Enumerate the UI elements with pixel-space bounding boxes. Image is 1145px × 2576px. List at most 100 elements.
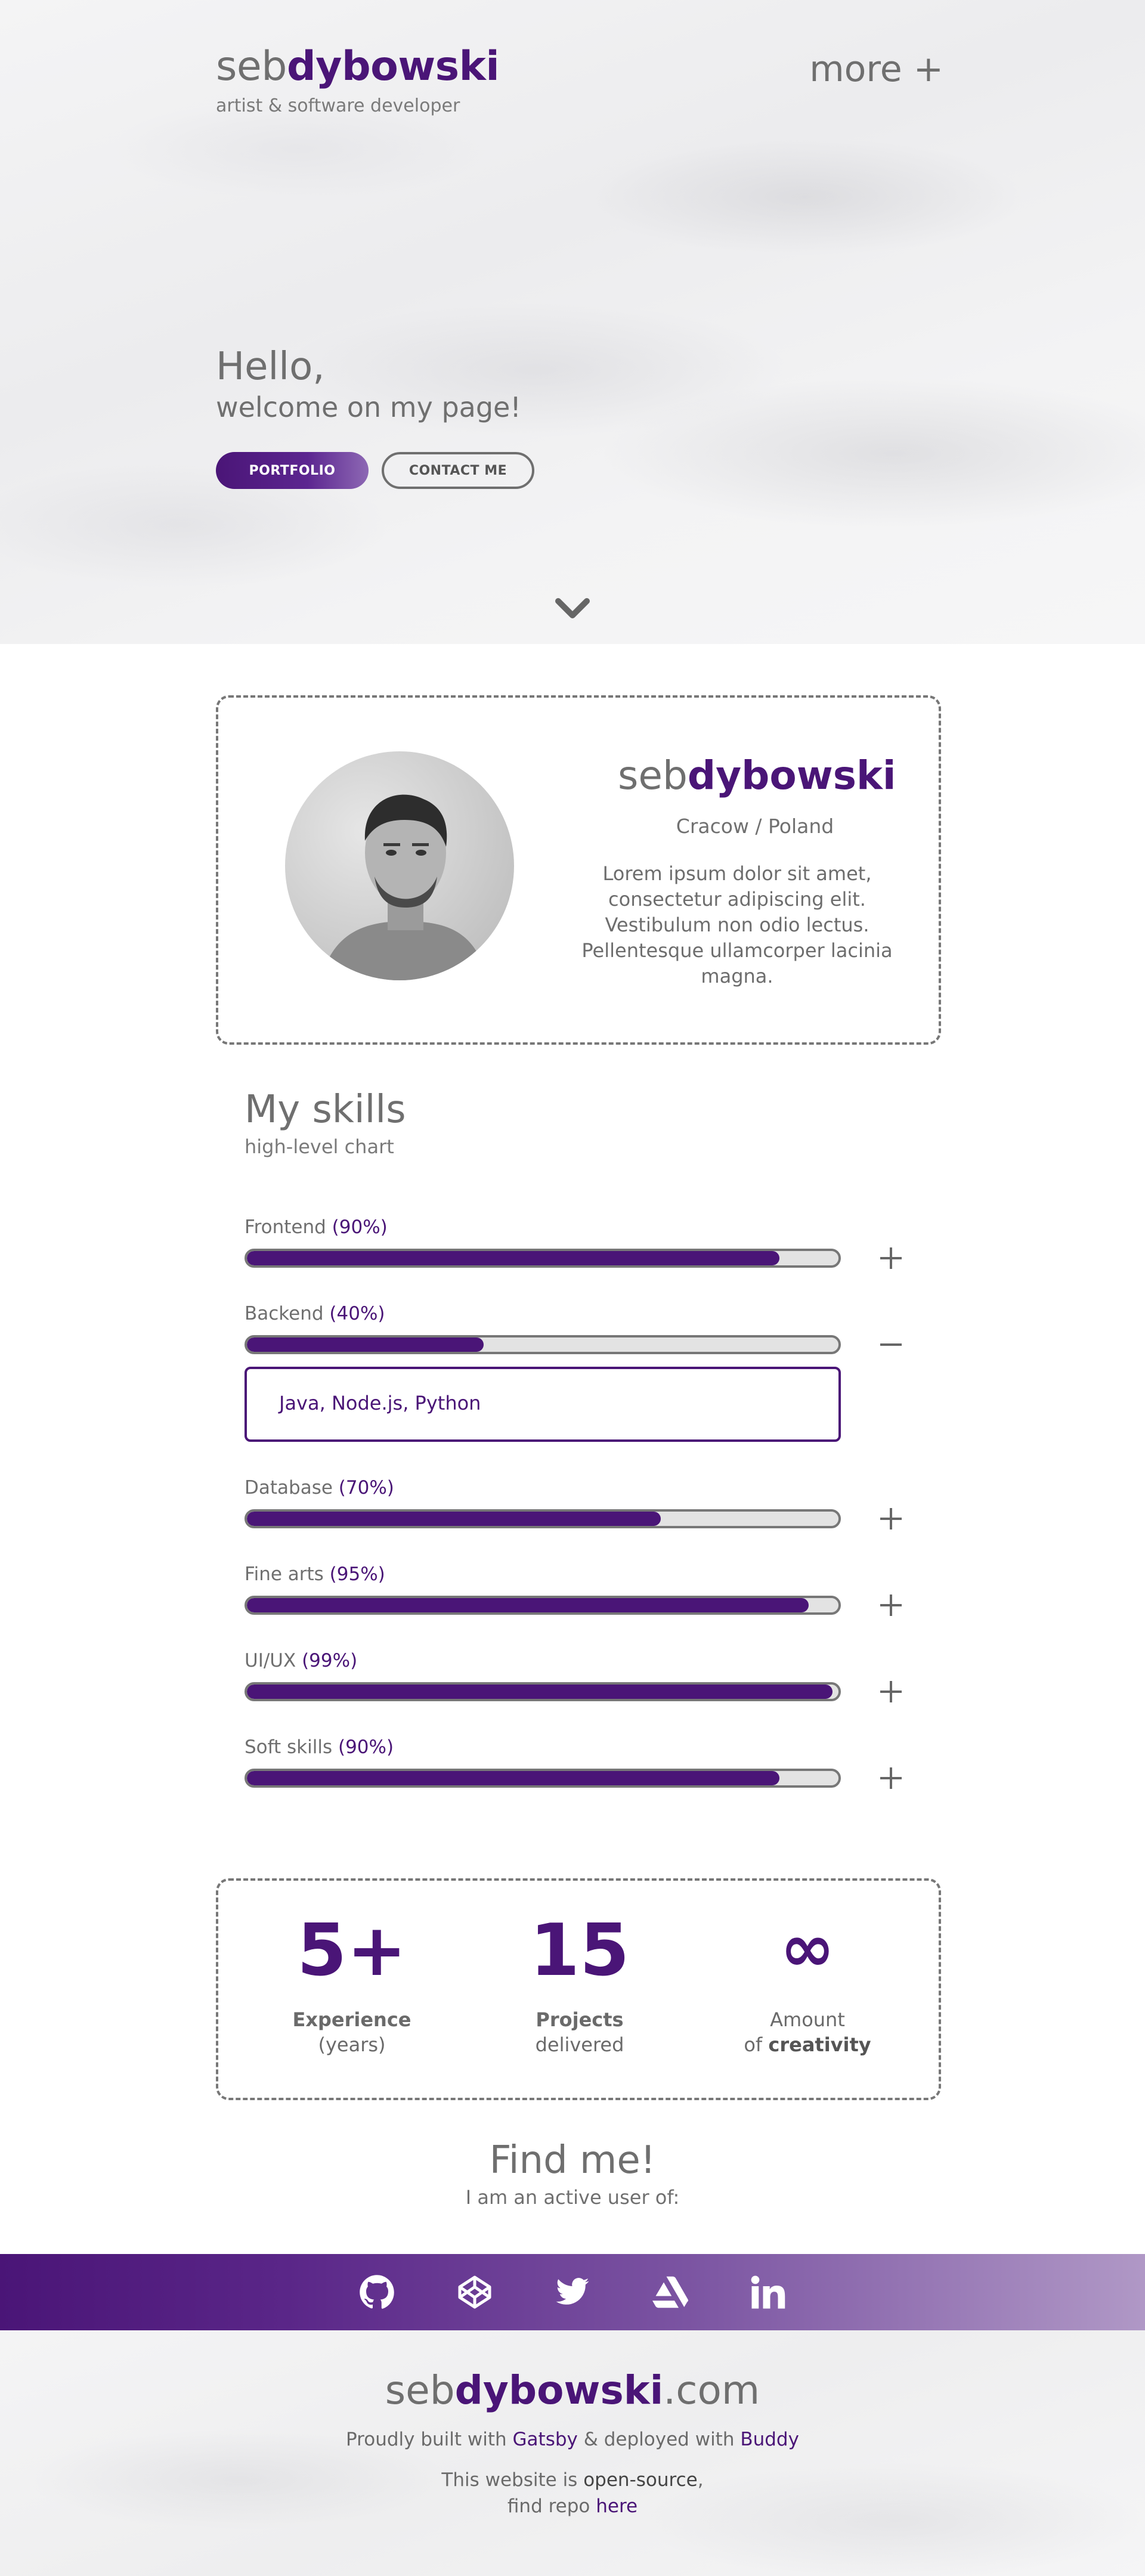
skill-backend: Backend (40%) [245,1303,906,1354]
profile-name-bold: dybowski [687,753,896,798]
avatar [285,751,514,980]
skill-bar [245,1596,841,1615]
social-links-bar [0,2254,1145,2330]
stat-sublabel: (years) [318,2033,386,2056]
contact-me-button[interactable]: CONTACT ME [382,452,534,489]
skill-bar-fill [247,1512,661,1526]
skill-bar-fill [247,1337,484,1352]
skill-percent: (95%) [329,1563,385,1585]
skill-name: Database [245,1477,333,1498]
expand-plus-icon[interactable] [878,1679,904,1705]
expand-plus-icon[interactable] [878,1592,904,1618]
footer-repo-line: find repo here [0,2493,1145,2519]
hero-buttons: PORTFOLIO CONTACT ME [216,452,534,489]
expand-plus-icon[interactable] [878,1245,904,1271]
profile-name-light: seb [618,753,688,798]
skill-bar [245,1682,841,1701]
footer-brand[interactable]: sebdybowski.com [0,2367,1145,2413]
find-me-title: Find me! [489,2138,656,2182]
skill-name: Backend [245,1303,324,1324]
skill-bar-fill [247,1685,833,1699]
skill-fine-arts: Fine arts (95%) [245,1563,906,1616]
skill-frontend: Frontend (90%) [245,1216,906,1269]
skill-bar-fill [247,1771,779,1785]
artstation-icon[interactable] [652,2274,688,2310]
brand-name: sebdybowski [216,47,500,87]
brand-name-light: seb [216,43,287,90]
codepen-icon[interactable] [457,2274,493,2310]
footer-open-source: This website is open-source, find repo h… [0,2467,1145,2519]
collapse-minus-icon[interactable] [878,1332,904,1358]
skill-label: Backend (40%) [245,1303,906,1324]
portfolio-button[interactable]: PORTFOLIO [216,452,369,489]
skill-label: Fine arts (95%) [245,1563,906,1585]
more-menu-button[interactable]: more + [809,51,943,87]
stat-label: Projects [536,2008,624,2031]
skill-name: UI/UX [245,1650,296,1671]
repo-link[interactable]: here [596,2496,638,2517]
stat-sublabel: of creativity [706,2033,909,2056]
brand-name-bold: dybowski [286,43,500,90]
skill-percent: (90%) [338,1736,394,1758]
footer-oss-line: This website is open-source, [0,2467,1145,2493]
footer-brand-light: seb [385,2367,455,2413]
stat-value: 15 [530,1909,630,1992]
stat-sublabel-prefix: of [744,2033,769,2056]
footer-built-prefix: Proudly built with [346,2429,513,2450]
stat-sublabel-bold: creativity [768,2033,871,2056]
footer: sebdybowski.com Proudly built with Gatsb… [0,2330,1145,2576]
stat-creativity: ∞ Amount of creativity [706,1915,909,2056]
skill-soft-skills: Soft skills (90%) [245,1736,906,1789]
skill-label: UI/UX (99%) [245,1650,906,1671]
skill-label: Frontend (90%) [245,1216,906,1238]
buddy-link[interactable]: Buddy [740,2429,799,2450]
stat-value: ∞ [780,1910,835,1986]
footer-built-mid: & deployed with [577,2429,741,2450]
hero-title: Hello, [216,345,325,389]
skill-percent: (99%) [302,1650,358,1671]
skill-percent: (40%) [329,1303,385,1324]
skill-percent: (90%) [332,1216,388,1238]
stat-sublabel: delivered [535,2033,624,2056]
skill-database: Database (70%) [245,1477,906,1530]
footer-built-with: Proudly built with Gatsby & deployed wit… [0,2429,1145,2450]
skills-subtitle: high-level chart [245,1135,394,1158]
footer-oss-bold: open-source [583,2469,698,2491]
find-me-section: Find me! I am an active user of: [0,2138,1145,2209]
skill-label: Database (70%) [245,1477,906,1498]
expand-plus-icon[interactable] [878,1506,904,1532]
skill-bar-fill [247,1251,779,1265]
footer-brand-suffix: .com [663,2367,760,2413]
profile-card: sebdybowski Cracow / Poland Lorem ipsum … [216,695,941,1045]
skill-bar-fill [247,1598,809,1612]
footer-oss-prefix: This website is [441,2469,584,2491]
find-me-subtitle: I am an active user of: [465,2186,680,2209]
stat-experience: 5+ Experience (years) [250,1909,453,2057]
site-brand[interactable]: sebdybowski artist & software developer [216,47,500,117]
skill-details-backend: Java, Node.js, Python [245,1367,841,1442]
hero-section: sebdybowski artist & software developer … [0,0,1145,644]
linkedin-icon[interactable] [750,2274,786,2310]
skill-bar [245,1335,841,1354]
skill-ui-ux: UI/UX (99%) [245,1650,906,1702]
footer-oss-suffix: , [697,2469,704,2491]
skill-name: Soft skills [245,1736,333,1758]
brand-tagline: artist & software developer [216,95,460,116]
stats-card: 5+ Experience (years) 15 Projects delive… [216,1878,941,2100]
hero-subtitle: welcome on my page! [216,391,521,424]
skill-percent: (70%) [338,1477,394,1498]
stat-projects: 15 Projects delivered [478,1909,681,2057]
gatsby-link[interactable]: Gatsby [513,2429,578,2450]
skill-bar [245,1249,841,1268]
skill-bar [245,1769,841,1788]
chevron-down-icon[interactable] [555,596,590,620]
stat-label: Experience [292,2008,411,2031]
profile-bio: Lorem ipsum dolor sit amet, consectetur … [581,862,893,987]
profile-location: Cracow / Poland [676,815,834,838]
profile-name: sebdybowski [618,753,896,798]
stat-value: 5+ [296,1909,407,1992]
stat-label: Amount [770,2008,845,2031]
twitter-icon[interactable] [555,2274,590,2310]
expand-plus-icon[interactable] [878,1765,904,1791]
github-icon[interactable] [359,2274,395,2310]
